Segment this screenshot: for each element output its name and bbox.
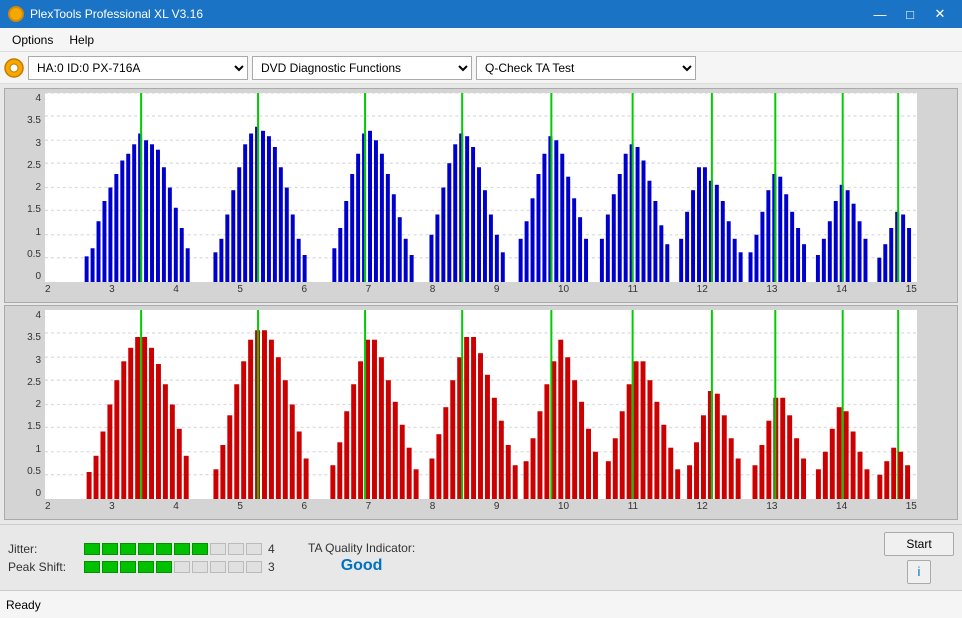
status-bar: Ready	[0, 590, 962, 618]
status-text: Ready	[6, 598, 41, 612]
maximize-button[interactable]: □	[896, 0, 924, 28]
top-chart-area	[45, 93, 917, 282]
peak-shift-row: Peak Shift: 3	[8, 560, 288, 574]
jitter-label: Jitter:	[8, 542, 78, 556]
peak-seg-1	[84, 561, 100, 573]
jitter-seg-2	[102, 543, 118, 555]
device-icon	[4, 58, 24, 78]
close-button[interactable]: ✕	[926, 0, 954, 28]
jitter-seg-4	[138, 543, 154, 555]
start-btn-area: Start i	[884, 532, 954, 584]
peak-seg-4	[138, 561, 154, 573]
ta-quality-area: TA Quality Indicator: Good	[308, 541, 415, 575]
jitter-seg-3	[120, 543, 136, 555]
peak-shift-value: 3	[268, 560, 288, 574]
jitter-seg-7	[192, 543, 208, 555]
peak-seg-3	[120, 561, 136, 573]
top-chart-container: 4 3.5 3 2.5 2 1.5 1 0.5 0	[4, 88, 958, 303]
bottom-chart-container: 4 3.5 3 2.5 2 1.5 1 0.5 0	[4, 305, 958, 520]
peak-seg-2	[102, 561, 118, 573]
bottom-chart-x-axis: 2 3 4 5 6 7 8 9 10 11 12 13 14 15	[45, 501, 917, 517]
bottom-chart-svg	[45, 310, 917, 499]
peak-seg-10	[246, 561, 262, 573]
bottom-chart-area	[45, 310, 917, 499]
jitter-seg-10	[246, 543, 262, 555]
function-select[interactable]: DVD Diagnostic Functions	[252, 56, 472, 80]
jitter-seg-5	[156, 543, 172, 555]
peak-seg-7	[192, 561, 208, 573]
jitter-row: Jitter: 4	[8, 542, 288, 556]
bottom-panel: Jitter: 4 Peak Shift:	[0, 524, 962, 590]
app-icon	[8, 6, 24, 22]
info-button[interactable]: i	[907, 560, 931, 584]
device-select[interactable]: HA:0 ID:0 PX-716A	[28, 56, 248, 80]
jitter-progress	[84, 543, 262, 555]
peak-seg-6	[174, 561, 190, 573]
toolbar: HA:0 ID:0 PX-716A DVD Diagnostic Functio…	[0, 52, 962, 84]
top-chart-y-axis: 4 3.5 3 2.5 2 1.5 1 0.5 0	[7, 93, 41, 282]
app-title: PlexTools Professional XL V3.16	[30, 7, 203, 21]
minimize-button[interactable]: —	[866, 0, 894, 28]
main-area: 4 3.5 3 2.5 2 1.5 1 0.5 0	[0, 84, 962, 524]
peak-shift-progress	[84, 561, 262, 573]
metrics-area: Jitter: 4 Peak Shift:	[8, 542, 288, 574]
menu-options[interactable]: Options	[4, 28, 61, 52]
jitter-seg-1	[84, 543, 100, 555]
peak-seg-8	[210, 561, 226, 573]
menu-bar: Options Help	[0, 28, 962, 52]
peak-seg-9	[228, 561, 244, 573]
jitter-seg-8	[210, 543, 226, 555]
title-bar: PlexTools Professional XL V3.16 — □ ✕	[0, 0, 962, 28]
bottom-chart-y-axis: 4 3.5 3 2.5 2 1.5 1 0.5 0	[7, 310, 41, 499]
jitter-value: 4	[268, 542, 288, 556]
ta-quality-label: TA Quality Indicator:	[308, 541, 415, 555]
test-select[interactable]: Q-Check TA Test	[476, 56, 696, 80]
peak-seg-5	[156, 561, 172, 573]
peak-shift-label: Peak Shift:	[8, 560, 78, 574]
jitter-seg-9	[228, 543, 244, 555]
title-bar-controls[interactable]: — □ ✕	[866, 0, 954, 28]
title-bar-left: PlexTools Professional XL V3.16	[8, 6, 203, 22]
menu-help[interactable]: Help	[61, 28, 102, 52]
top-chart-x-axis: 2 3 4 5 6 7 8 9 10 11 12 13 14 15	[45, 284, 917, 300]
top-chart-svg	[45, 93, 917, 282]
ta-quality-value: Good	[341, 557, 383, 575]
jitter-seg-6	[174, 543, 190, 555]
